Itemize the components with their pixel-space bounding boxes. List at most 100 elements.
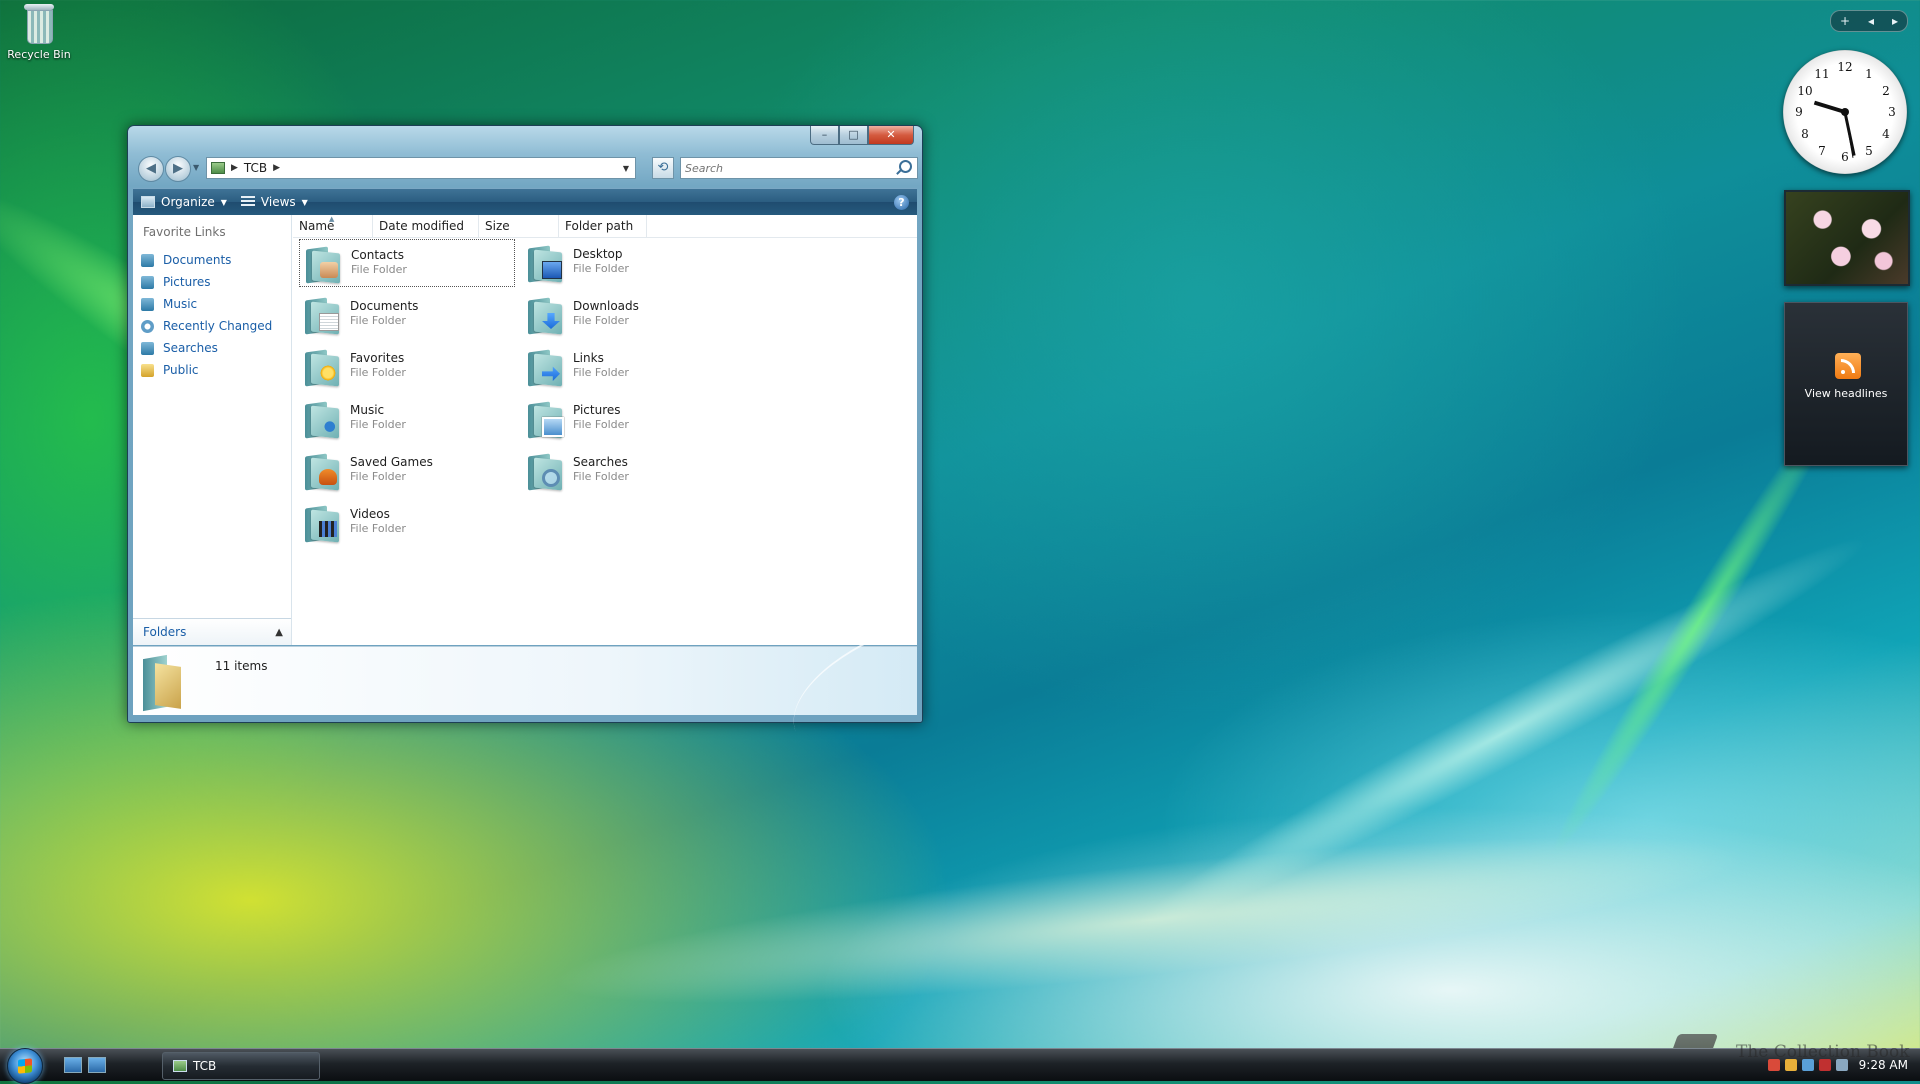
file-list-pane: ▲ Name Date modified Size Folder path Co… — [293, 215, 917, 645]
next-page-button[interactable]: ▸ — [1892, 14, 1898, 28]
file-tile-desktop[interactable]: Desktop File Folder — [522, 239, 738, 287]
explorer-window: – □ ✕ ◀ ▶ ▼ ▶ TCB ▶ ▼ ⟲ Organize ▼ Views… — [127, 125, 923, 732]
view-headlines-label[interactable]: View headlines — [1785, 387, 1907, 400]
documents-folder-icon — [303, 295, 343, 335]
sidebar-controls: + ◂ ▸ — [1830, 10, 1908, 32]
item-count: 11 items — [215, 659, 268, 673]
file-tile-pictures[interactable]: Pictures File Folder — [522, 395, 738, 443]
help-icon[interactable]: ? — [894, 194, 909, 210]
windows-logo-icon — [18, 1058, 32, 1074]
clock-number: 5 — [1865, 144, 1873, 158]
content-area: Favorite Links Documents Pictures Music … — [133, 215, 917, 645]
folders-label: Folders — [143, 625, 187, 639]
forward-button[interactable]: ▶ — [165, 156, 191, 182]
chevron-down-icon: ▼ — [301, 197, 308, 207]
views-button[interactable]: Views ▼ — [240, 195, 308, 209]
searches-folder-icon — [526, 451, 566, 491]
clock-number: 7 — [1818, 144, 1826, 158]
wallpaper-streak — [497, 792, 1803, 1048]
address-dropdown-icon[interactable]: ▼ — [623, 164, 629, 173]
start-button[interactable] — [7, 1048, 43, 1084]
public-folder-icon — [141, 363, 154, 377]
clock-number: 1 — [1865, 67, 1873, 81]
previous-page-button[interactable]: ◂ — [1868, 14, 1874, 28]
back-button[interactable]: ◀ — [138, 156, 164, 182]
favorite-link-pictures[interactable]: Pictures — [141, 271, 272, 293]
search-icon[interactable] — [899, 160, 912, 173]
organize-icon — [141, 196, 155, 208]
slideshow-gadget[interactable] — [1784, 190, 1910, 286]
file-tile-music[interactable]: Music File Folder — [299, 395, 515, 443]
favorite-link-documents[interactable]: Documents — [141, 249, 272, 271]
pictures-icon — [141, 275, 154, 289]
organize-button[interactable]: Organize ▼ — [141, 195, 227, 209]
favorite-link-recently-changed[interactable]: Recently Changed — [141, 315, 272, 337]
favorite-link-searches[interactable]: Searches — [141, 337, 272, 359]
file-tile-downloads[interactable]: Downloads File Folder — [522, 291, 738, 339]
add-gadget-button[interactable]: + — [1840, 14, 1850, 28]
switch-windows-icon[interactable] — [88, 1057, 106, 1073]
minimize-button[interactable]: – — [810, 126, 839, 145]
file-tile-saved-games[interactable]: Saved Games File Folder — [299, 447, 515, 495]
clock-gadget[interactable]: 12 1 2 3 4 5 6 7 8 9 10 11 — [1783, 50, 1907, 174]
favorite-link-music[interactable]: Music — [141, 293, 272, 315]
taskbar-button-tcb[interactable]: TCB — [162, 1052, 320, 1080]
feed-headlines-gadget[interactable]: View headlines — [1784, 302, 1908, 466]
organize-label: Organize — [161, 195, 215, 209]
rss-feed-icon — [1835, 353, 1861, 379]
breadcrumb-item[interactable]: TCB — [244, 161, 267, 175]
search-input[interactable] — [681, 158, 889, 178]
refresh-button[interactable]: ⟲ — [652, 157, 674, 179]
recently-changed-icon — [141, 319, 154, 333]
taskbar-button-label: TCB — [193, 1059, 217, 1073]
column-header-name[interactable]: ▲ Name — [293, 215, 373, 237]
breadcrumb-separator[interactable]: ▶ — [231, 163, 238, 173]
file-tile-links[interactable]: Links File Folder — [522, 343, 738, 391]
column-header-date-modified[interactable]: Date modified — [373, 215, 479, 237]
column-header-folder-path[interactable]: Folder path — [559, 215, 647, 237]
clock-number: 3 — [1888, 105, 1896, 119]
file-tile-searches[interactable]: Searches File Folder — [522, 447, 738, 495]
column-headers: ▲ Name Date modified Size Folder path — [293, 215, 917, 238]
favorite-link-public[interactable]: Public — [141, 359, 272, 381]
desktop-folder-icon — [526, 243, 566, 283]
search-box[interactable] — [680, 157, 918, 179]
wallpaper-streak — [1086, 492, 1914, 978]
links-folder-icon — [526, 347, 566, 387]
watermark-text: The Collection Book — [1736, 1042, 1910, 1062]
chevron-down-icon: ▼ — [220, 197, 227, 207]
file-tile-videos[interactable]: Videos File Folder — [299, 499, 515, 547]
contacts-folder-icon — [304, 244, 344, 284]
file-tile-documents[interactable]: Documents File Folder — [299, 291, 515, 339]
file-tile-favorites[interactable]: Favorites File Folder — [299, 343, 515, 391]
views-label: Views — [260, 195, 296, 209]
navigation-row: ◀ ▶ ▼ ▶ TCB ▶ ▼ ⟲ — [136, 156, 918, 182]
clock-number: 10 — [1797, 84, 1813, 98]
command-bar: Organize ▼ Views ▼ ? — [133, 188, 917, 215]
folders-toggle[interactable]: Folders ▲ — [133, 618, 291, 645]
window-controls: – □ ✕ — [810, 126, 914, 145]
maximize-button[interactable]: □ — [839, 126, 868, 145]
show-desktop-icon[interactable] — [64, 1057, 82, 1073]
navigation-pane: Favorite Links Documents Pictures Music … — [133, 215, 292, 645]
recycle-bin-desktop-icon[interactable]: Recycle Bin — [6, 2, 72, 61]
breadcrumb-separator[interactable]: ▶ — [273, 163, 280, 173]
favorites-folder-icon — [303, 347, 343, 387]
taskbar: TCB 9:28 AM — [0, 1048, 1920, 1084]
music-icon — [141, 297, 154, 311]
recent-pages-dropdown[interactable]: ▼ — [193, 163, 199, 172]
searches-icon — [141, 341, 154, 355]
address-bar[interactable]: ▶ TCB ▶ ▼ — [206, 157, 636, 179]
recycle-bin-label: Recycle Bin — [7, 48, 71, 61]
column-header-size[interactable]: Size — [479, 215, 559, 237]
favorite-links-list: Documents Pictures Music Recently Change… — [141, 249, 272, 381]
views-icon — [240, 196, 255, 208]
videos-folder-icon — [303, 503, 343, 543]
file-tile-contacts[interactable]: Contacts File Folder — [299, 239, 515, 287]
clock-number: 4 — [1882, 127, 1890, 141]
close-button[interactable]: ✕ — [868, 126, 914, 145]
pictures-folder-icon — [526, 399, 566, 439]
music-folder-icon — [303, 399, 343, 439]
clock-center-pin — [1841, 108, 1849, 116]
clock-number: 8 — [1801, 127, 1809, 141]
